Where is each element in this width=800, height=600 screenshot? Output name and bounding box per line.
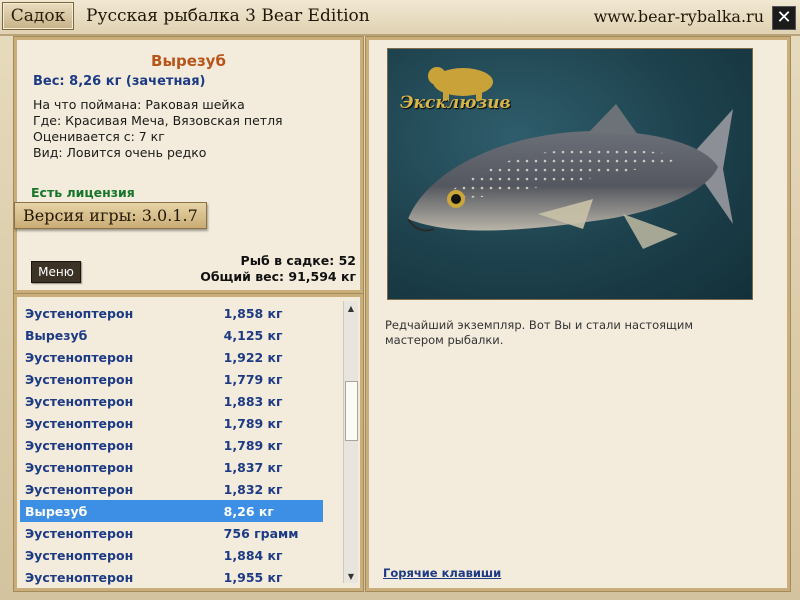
scroll-up-icon[interactable]: ▲ (344, 301, 358, 315)
list-item-weight: 1,955 кг (223, 569, 283, 585)
site-url-link[interactable]: www.bear-rybalka.ru (594, 7, 764, 26)
hotkeys-link[interactable]: Горячие клавиши (383, 566, 501, 580)
close-icon[interactable]: ✕ (772, 6, 796, 30)
list-item[interactable]: Эустеноптерон 1,789 кг (20, 412, 323, 434)
list-item-weight: 1,779 кг (223, 371, 283, 387)
list-item-weight: 1,858 кг (223, 305, 283, 321)
list-item[interactable]: Эустеноптерон 1,789 кг (20, 434, 323, 456)
detail-bait: На что поймана: Раковая шейка (33, 97, 245, 112)
list-item-name: Эустеноптерон (25, 437, 134, 453)
menu-button[interactable]: Меню (31, 261, 81, 283)
list-item-name: Эустеноптерон (25, 393, 134, 409)
list-item-name: Эустеноптерон (25, 481, 134, 497)
list-item-weight: 1,789 кг (223, 437, 283, 453)
app-window: Садок Русская рыбалка 3 Bear Edition www… (0, 0, 800, 600)
list-item-name: Эустеноптерон (25, 371, 134, 387)
scroll-down-icon[interactable]: ▼ (344, 569, 358, 583)
fish-name: Вырезуб (151, 52, 226, 70)
list-item[interactable]: Эустеноптерон 1,883 кг (20, 390, 323, 412)
scrollbar-thumb[interactable] (345, 381, 358, 441)
list-item[interactable]: Вырезуб 4,125 кг (20, 324, 323, 346)
list-item[interactable]: Вырезуб 8,26 кг (20, 500, 323, 522)
list-item-name: Эустеноптерон (25, 349, 134, 365)
title-bar: Садок Русская рыбалка 3 Bear Edition www… (0, 0, 800, 36)
app-title: Русская рыбалка 3 Bear Edition (86, 6, 370, 26)
list-item-weight: 1,883 кг (223, 393, 283, 409)
list-item[interactable]: Эустеноптерон 1,832 кг (20, 478, 323, 500)
fish-count: Рыб в садке: 52 (240, 253, 356, 268)
list-item[interactable]: Эустеноптерон 1,779 кг (20, 368, 323, 390)
fish-weight: Вес: 8,26 кг (зачетная) (33, 74, 206, 89)
catch-list-panel: Эустеноптерон 1,858 кг Вырезуб 4,125 кг Эуст… (14, 294, 363, 591)
list-item[interactable]: Эустеноптерон 1,858 кг (20, 302, 323, 324)
list-item-name: Эустеноптерон (25, 459, 134, 475)
list-item[interactable]: Эустеноптерон 1,922 кг (20, 346, 323, 368)
list-item-weight: 756 грамм (223, 525, 299, 541)
list-item-name: Эустеноптерон (25, 547, 134, 563)
detail-rarity: Вид: Ловится очень редко (33, 145, 207, 160)
list-item-name: Эустеноптерон (25, 305, 134, 321)
list-item-name: Эустеноптерон (25, 415, 134, 431)
license-status: Есть лицензия (31, 185, 135, 200)
list-item[interactable]: Эустеноптерон 1,884 кг (20, 544, 323, 566)
fish-description: Редчайший экземпляр. Вот Вы и стали наст… (385, 318, 694, 347)
list-item-weight: 1,837 кг (223, 459, 283, 475)
fish-photo: Эксклюзив (387, 48, 753, 300)
list-item[interactable]: Эустеноптерон 1,955 кг (20, 566, 323, 588)
fish-details: На что поймана: Раковая шейка Где: Краси… (33, 97, 283, 161)
list-item-weight: 1,884 кг (223, 547, 283, 563)
total-weight: Общий вес: 91,594 кг (200, 269, 356, 284)
detail-location: Где: Красивая Меча, Вязовская петля (33, 113, 283, 128)
catch-list[interactable]: Эустеноптерон 1,858 кг Вырезуб 4,125 кг Эуст… (20, 302, 323, 588)
list-scrollbar[interactable]: ▲ ▼ (343, 301, 358, 583)
list-item-weight: 1,922 кг (223, 349, 283, 365)
list-item-weight: 1,789 кг (223, 415, 283, 431)
detail-valuation: Оценивается с: 7 кг (33, 129, 165, 144)
list-item-name: Вырезуб (25, 503, 88, 519)
list-item-name: Вырезуб (25, 327, 88, 343)
list-item[interactable]: Эустеноптерон 756 грамм (20, 522, 323, 544)
fish-illustration (407, 67, 733, 249)
sadok-button[interactable]: Садок (2, 2, 74, 30)
list-item-name: Эустеноптерон (25, 569, 134, 585)
game-version: Версия игры: 3.0.1.7 (14, 202, 207, 229)
list-item-weight: 4,125 кг (223, 327, 283, 343)
list-item[interactable]: Эустеноптерон 1,837 кг (20, 456, 323, 478)
fish-info-panel: Вырезуб Вес: 8,26 кг (зачетная) На что п… (14, 37, 363, 293)
exclusive-badge: Эксклюзив (400, 93, 511, 113)
list-item-weight: 1,832 кг (223, 481, 283, 497)
list-item-name: Эустеноптерон (25, 525, 134, 541)
fish-preview-panel: Эксклюзив Редчайший экземпляр. Вот Вы и … (366, 37, 790, 591)
list-item-weight: 8,26 кг (223, 503, 274, 519)
catch-stats: Рыб в садке: 52 Общий вес: 91,594 кг (200, 253, 356, 285)
